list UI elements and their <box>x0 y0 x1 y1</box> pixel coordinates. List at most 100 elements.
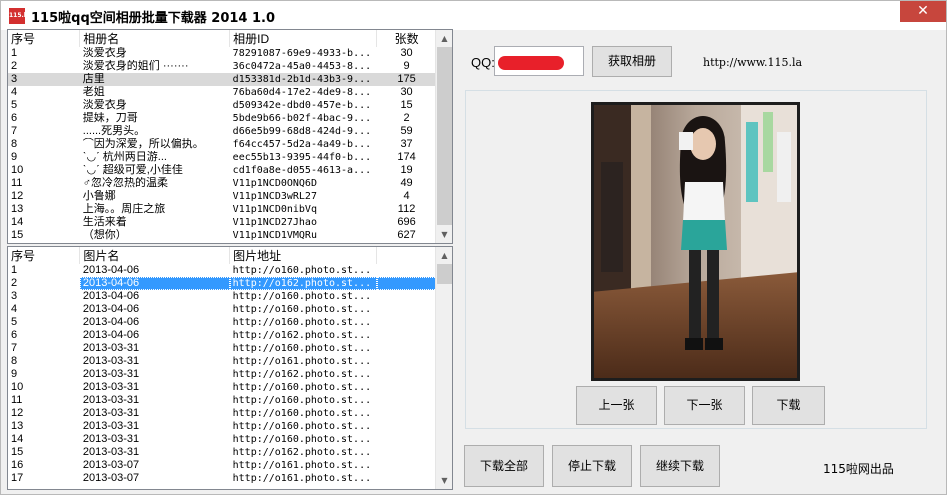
photo-empty <box>377 368 437 381</box>
album-row[interactable]: 13 上海。。周庄之旅 V11p1NCD0nibVq 112 <box>8 203 437 216</box>
stop-download-button[interactable]: 停止下载 <box>552 445 632 487</box>
photo-row[interactable]: 9 2013-03-31 http://o162.photo.st... <box>8 368 437 381</box>
photo-url: http://o160.photo.st... <box>232 317 372 328</box>
scroll-thumb[interactable] <box>437 264 452 284</box>
photo-row[interactable]: 4 2013-04-06 http://o160.photo.st... <box>8 303 437 316</box>
album-row[interactable]: 4 老姐 76ba60d4-17e2-4de9-8... 30 <box>8 86 437 99</box>
album-row[interactable]: 15 （想你） V11p1NCD1VMQRu 627 <box>8 229 437 242</box>
next-photo-button[interactable]: 下一张 <box>664 386 745 425</box>
album-count: 59 <box>400 125 413 137</box>
column-header-photo-name[interactable]: 图片名 <box>79 247 231 264</box>
photo-index: 3 <box>11 290 18 302</box>
album-list-scrollbar[interactable]: ▲ ▼ <box>435 30 452 243</box>
photo-empty <box>377 446 437 459</box>
album-row[interactable]: 10 ˋ◡ˊ 超级可爱,小佳佳 cd1f0a8e-d055-4613-a... 19 <box>8 164 437 177</box>
photo-empty <box>377 459 437 472</box>
photo-name: 2013-03-31 <box>82 446 140 458</box>
photo-row[interactable]: 12 2013-03-31 http://o160.photo.st... <box>8 407 437 420</box>
album-index: 7 <box>11 125 18 137</box>
photo-row[interactable]: 10 2013-03-31 http://o160.photo.st... <box>8 381 437 394</box>
scroll-up-icon[interactable]: ▲ <box>436 30 452 47</box>
photo-empty <box>377 290 437 303</box>
redacted-qq-number <box>498 56 564 70</box>
qq-input[interactable] <box>494 46 584 76</box>
download-all-button[interactable]: 下载全部 <box>464 445 544 487</box>
photo-row[interactable]: 1 2013-04-06 http://o160.photo.st... <box>8 264 437 277</box>
photo-row[interactable]: 14 2013-03-31 http://o160.photo.st... <box>8 433 437 446</box>
album-row[interactable]: 14 生活来着 V11p1NCD27Jhao 696 <box>8 216 437 229</box>
album-row[interactable]: 12 小鲁娜 V11p1NCD3wRL27 4 <box>8 190 437 203</box>
photo-index: 8 <box>11 355 18 367</box>
scroll-up-icon[interactable]: ▲ <box>436 247 452 264</box>
column-header-album-name[interactable]: 相册名 <box>79 30 231 47</box>
scroll-down-icon[interactable]: ▼ <box>436 472 452 489</box>
photo-name: 2013-04-06 <box>79 277 230 290</box>
column-header-index[interactable]: 序号 <box>8 30 81 47</box>
photo-row[interactable]: 13 2013-03-31 http://o160.photo.st... <box>8 420 437 433</box>
photo-row[interactable]: 7 2013-03-31 http://o160.photo.st... <box>8 342 437 355</box>
photo-name: 2013-03-31 <box>82 407 140 419</box>
photo-row[interactable]: 17 2013-03-07 http://o161.photo.st... <box>8 472 437 485</box>
album-row[interactable]: 8 ⌒因为深爱，所以偏执。 f64cc457-5d2a-4a49-b... 37 <box>8 138 437 151</box>
photo-row[interactable]: 11 2013-03-31 http://o160.photo.st... <box>8 394 437 407</box>
prev-photo-button[interactable]: 上一张 <box>576 386 657 425</box>
column-header-album-id[interactable]: 相册ID <box>229 30 378 47</box>
album-row[interactable]: 6 提妹，刀哥 5bde9b66-b02f-4bac-9... 2 <box>8 112 437 125</box>
photo-empty <box>376 277 437 290</box>
title-bar[interactable]: 115.la 115啦qq空间相册批量下载器 2014 1.0 ✕ <box>1 1 946 30</box>
album-header-row: 序号 相册名 相册ID 张数 <box>8 30 437 47</box>
window-title: 115啦qq空间相册批量下载器 2014 1.0 <box>31 11 276 26</box>
album-index: 10 <box>11 164 24 176</box>
download-photo-button[interactable]: 下载 <box>752 386 825 425</box>
fetch-albums-button[interactable]: 获取相册 <box>592 46 672 77</box>
album-index: 6 <box>11 112 18 124</box>
album-row[interactable]: 7 ......死男头。 d66e5b99-68d8-424d-9... 59 <box>8 125 437 138</box>
photo-index: 14 <box>11 433 24 445</box>
photo-name: 2013-04-06 <box>82 303 140 315</box>
photo-row[interactable]: 16 2013-03-07 http://o161.photo.st... <box>8 459 437 472</box>
photo-url: http://o160.photo.st... <box>232 408 372 419</box>
column-header-photo-url[interactable]: 图片地址 <box>229 247 378 264</box>
photo-row[interactable]: 15 2013-03-31 http://o162.photo.st... <box>8 446 437 459</box>
photo-empty <box>377 355 437 368</box>
album-row[interactable]: 5 淡爱衣身 d509342e-dbd0-457e-b... 15 <box>8 99 437 112</box>
album-row[interactable]: 11 ♂忽冷忽热的温柔 V11p1NCD0ONQ6D 49 <box>8 177 437 190</box>
photo-url: http://o160.photo.st... <box>232 343 372 354</box>
album-list[interactable]: 序号 相册名 相册ID 张数 1 淡爱衣身 78291087-69e9-4933-b… <box>7 29 453 244</box>
column-header-index[interactable]: 序号 <box>8 247 81 264</box>
album-index: 12 <box>11 190 24 202</box>
album-id: 36c0472a-45a0-4453-8... <box>232 61 372 72</box>
scroll-thumb[interactable] <box>437 47 452 225</box>
album-row[interactable]: 3 店里 d153381d-2b1d-43b3-9... 175 <box>8 73 437 86</box>
album-count: 19 <box>400 164 413 176</box>
photo-empty <box>377 303 437 316</box>
photo-row[interactable]: 2 2013-04-06 http://o162.photo.st... <box>8 277 437 290</box>
close-icon[interactable]: ✕ <box>900 1 946 22</box>
photo-row[interactable]: 6 2013-04-06 http://o162.photo.st... <box>8 329 437 342</box>
album-name: 淡爱衣身 <box>82 99 127 111</box>
album-name: 生活来着 <box>82 216 127 228</box>
photo-row[interactable]: 5 2013-04-06 http://o160.photo.st... <box>8 316 437 329</box>
photo-row[interactable]: 8 2013-03-31 http://o161.photo.st... <box>8 355 437 368</box>
album-count: 30 <box>400 47 413 59</box>
photo-url: http://o162.photo.st... <box>232 330 372 341</box>
photo-list-scrollbar[interactable]: ▲ ▼ <box>435 247 452 489</box>
album-index: 5 <box>11 99 18 111</box>
resume-download-button[interactable]: 继续下载 <box>640 445 720 487</box>
photo-empty <box>377 433 437 446</box>
photo-list[interactable]: 序号 图片名 图片地址 1 2013-04-06 http://o160.photo… <box>7 246 453 490</box>
photo-url: http://o160.photo.st... <box>232 434 372 445</box>
photo-index: 16 <box>11 459 24 471</box>
album-id: V11p1NCD1VMQRu <box>232 230 317 241</box>
scroll-down-icon[interactable]: ▼ <box>436 226 452 243</box>
album-row[interactable]: 1 淡爱衣身 78291087-69e9-4933-b... 30 <box>8 47 437 60</box>
album-row[interactable]: 2 淡爱衣身的姐们 ······· 36c0472a-45a0-4453-8... 9 <box>8 60 437 73</box>
photo-name: 2013-03-31 <box>82 342 140 354</box>
photo-name: 2013-04-06 <box>82 264 140 276</box>
photo-url: http://o160.photo.st... <box>232 291 372 302</box>
album-id: d153381d-2b1d-43b3-9... <box>229 73 377 86</box>
album-name: ♂忽冷忽热的温柔 <box>82 177 169 189</box>
album-row[interactable]: 9 ˋ◡ˊ 杭州两日游... eec55b13-9395-44f0-b... 174 <box>8 151 437 164</box>
photo-row[interactable]: 3 2013-04-06 http://o160.photo.st... <box>8 290 437 303</box>
column-header-count[interactable]: 张数 <box>376 30 437 47</box>
